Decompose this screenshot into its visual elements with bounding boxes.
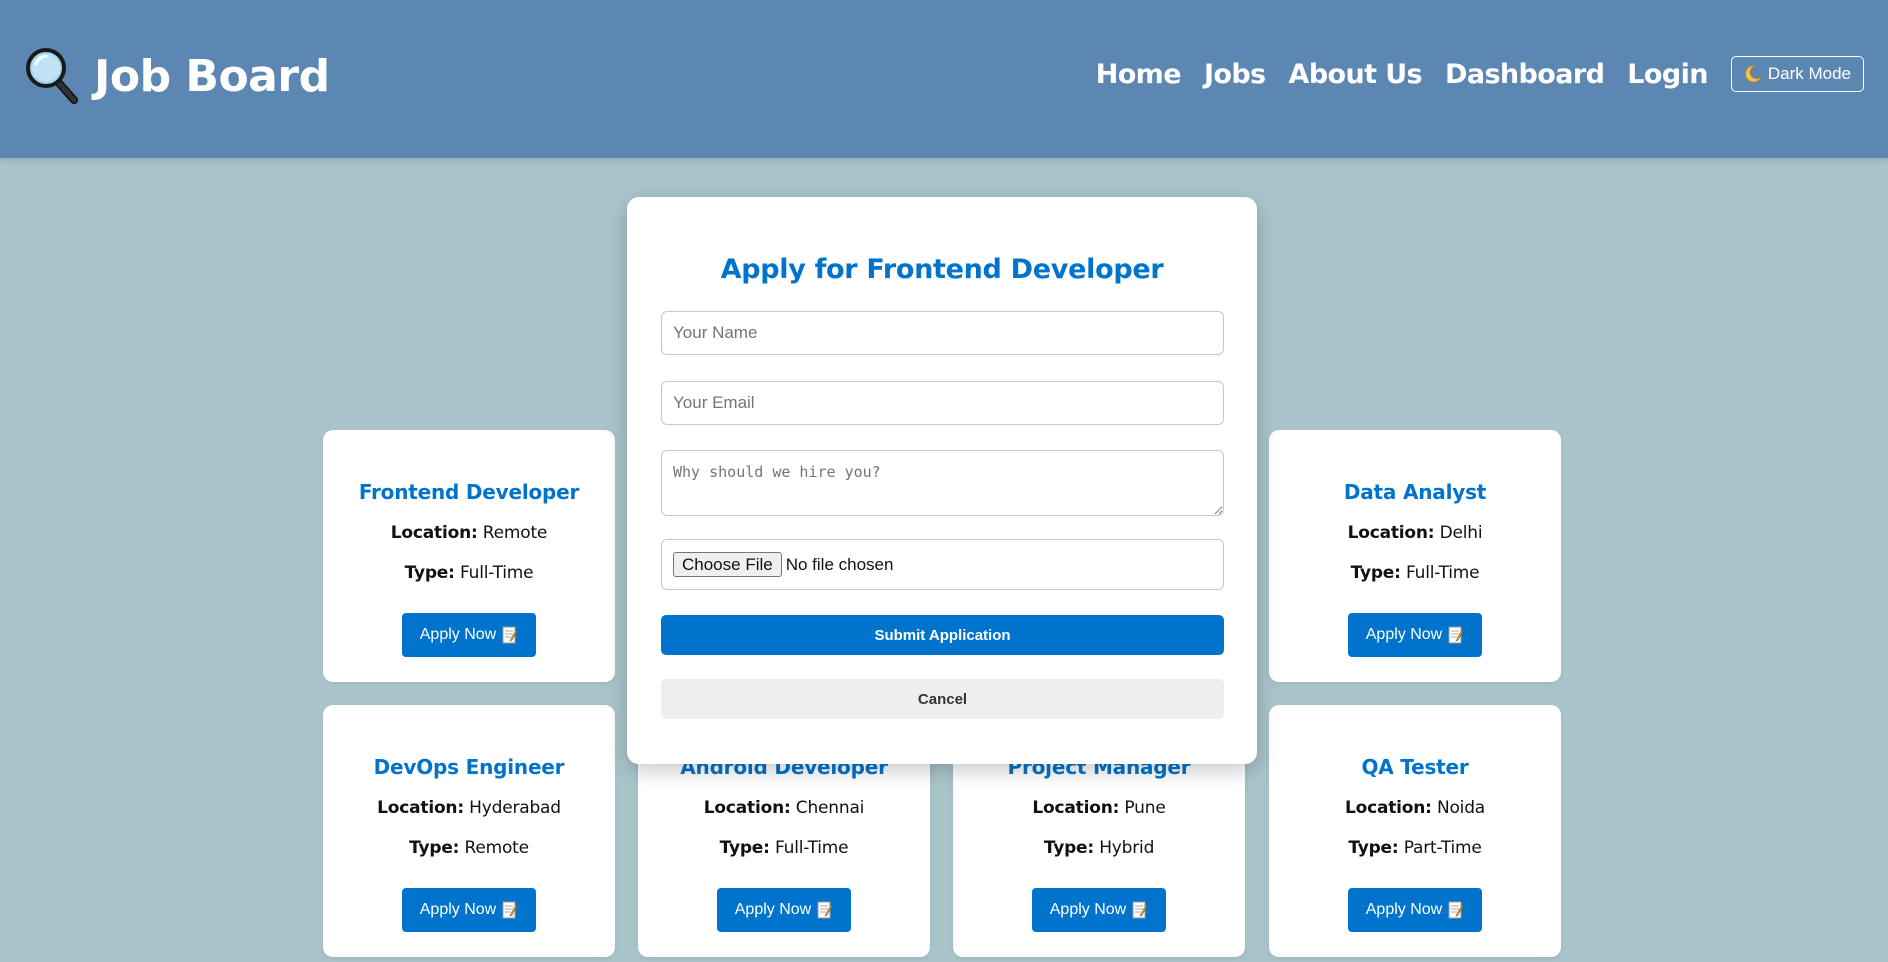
application-modal: Apply for Frontend Developer Choose File…	[627, 197, 1257, 764]
job-type: Type: Full-Time	[404, 563, 534, 583]
memo-icon	[1448, 626, 1464, 644]
job-type: Type: Full-Time	[719, 838, 849, 858]
apply-now-button[interactable]: Apply Now	[401, 613, 537, 657]
apply-now-button[interactable]: Apply Now	[1347, 888, 1483, 932]
job-location: Location: Pune	[1032, 798, 1166, 818]
memo-icon	[502, 901, 518, 919]
memo-icon	[817, 901, 833, 919]
memo-icon	[1132, 901, 1148, 919]
job-type: Type: Hybrid	[1043, 838, 1155, 858]
job-card: DevOps Engineer Location: Hyderabad Type…	[323, 705, 615, 957]
dark-mode-toggle[interactable]: Dark Mode	[1730, 56, 1864, 92]
memo-icon	[502, 626, 518, 644]
job-location: Location: Chennai	[703, 798, 865, 818]
apply-now-button[interactable]: Apply Now	[1031, 888, 1167, 932]
job-card: Data Analyst Location: Delhi Type: Full-…	[1269, 430, 1561, 682]
modal-title: Apply for Frontend Developer	[720, 254, 1164, 285]
nav-home[interactable]: Home	[1096, 59, 1182, 90]
nav-about-us[interactable]: About Us	[1289, 59, 1423, 90]
job-card: Frontend Developer Location: Remote Type…	[323, 430, 615, 682]
email-input[interactable]	[661, 381, 1224, 425]
site-title: Job Board	[94, 50, 330, 102]
nav-login[interactable]: Login	[1627, 59, 1708, 90]
job-location: Location: Noida	[1344, 798, 1486, 818]
submit-application-button[interactable]: Submit Application	[661, 615, 1224, 655]
apply-now-button[interactable]: Apply Now	[716, 888, 852, 932]
site-header: Job Board Home Jobs About Us Dashboard L…	[0, 0, 1888, 158]
job-title: Data Analyst	[1343, 480, 1487, 504]
site-logo[interactable]: Job Board	[24, 46, 330, 106]
job-title: Frontend Developer	[358, 480, 580, 504]
file-status: No file chosen	[785, 554, 894, 574]
job-title: DevOps Engineer	[373, 755, 565, 779]
job-card: QA Tester Location: Noida Type: Part-Tim…	[1269, 705, 1561, 957]
main-nav: Home Jobs About Us Dashboard Login Dark …	[1096, 56, 1864, 92]
job-location: Location: Delhi	[1347, 523, 1483, 543]
job-type: Type: Full-Time	[1350, 563, 1480, 583]
job-type: Type: Remote	[409, 838, 529, 858]
cancel-button[interactable]: Cancel	[661, 679, 1224, 719]
choose-file-button[interactable]: Choose File	[673, 552, 782, 577]
magnifying-glass-icon	[26, 48, 78, 104]
nav-jobs[interactable]: Jobs	[1204, 59, 1266, 90]
job-title: QA Tester	[1361, 755, 1469, 779]
moon-icon	[1745, 65, 1762, 83]
nav-dashboard[interactable]: Dashboard	[1445, 59, 1605, 90]
name-input[interactable]	[661, 311, 1224, 355]
apply-now-button[interactable]: Apply Now	[401, 888, 537, 932]
memo-icon	[1448, 901, 1464, 919]
dark-mode-label: Dark Mode	[1767, 64, 1851, 83]
why-hire-textarea[interactable]	[661, 450, 1224, 516]
apply-now-button[interactable]: Apply Now	[1347, 613, 1483, 657]
resume-file-input[interactable]: Choose File No file chosen	[661, 539, 1224, 590]
job-location: Location: Remote	[390, 523, 548, 543]
job-location: Location: Hyderabad	[377, 798, 561, 818]
job-type: Type: Part-Time	[1348, 838, 1482, 858]
